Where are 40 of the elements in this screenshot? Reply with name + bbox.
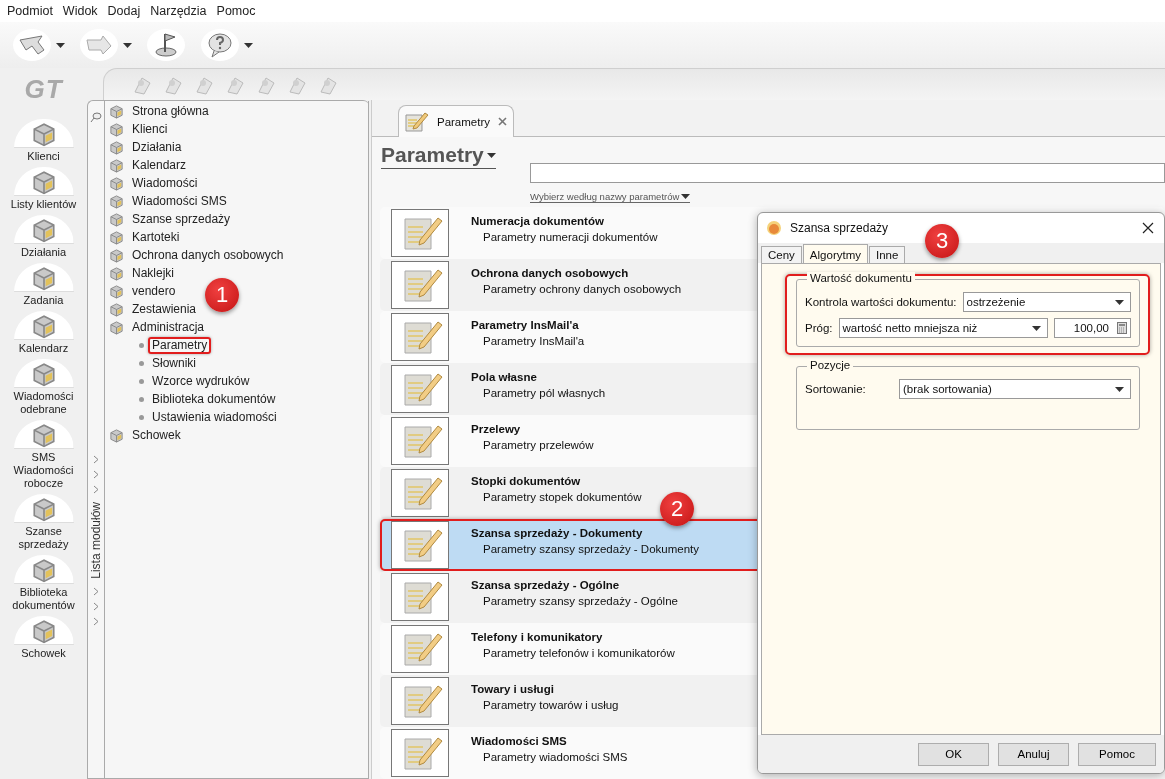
logo: GT: [24, 74, 63, 105]
parameter-description: Parametry numeracji dokumentów: [482, 231, 658, 243]
nav-label: Kalendarz: [18, 341, 69, 355]
parameter-title: Przelewy: [471, 423, 522, 435]
parameter-title: Wiadomości SMS: [471, 735, 568, 747]
parameter-title: Numeracja dokumentów: [471, 215, 605, 227]
parameter-description: Parametry towarów i usług: [482, 699, 619, 711]
field-label: Kontrola wartości dokumentu:: [805, 296, 957, 308]
parameter-description: Parametry szansy sprzedaży - Ogólne: [482, 595, 678, 607]
parameter-description: Parametry pól własnych: [482, 387, 606, 399]
nav-label: Biblioteka dokumentów: [11, 585, 76, 612]
strip-title: Lista modułów: [89, 502, 103, 579]
field-label: Próg:: [805, 322, 833, 334]
group-title: Wartość dokumentu: [807, 272, 915, 284]
parameter-description: Parametry szansy sprzedaży - Dokumenty: [482, 543, 700, 555]
parameter-title: Pola własne: [471, 371, 538, 383]
parameter-description: Parametry wiadomości SMS: [482, 751, 628, 763]
dialog-title: Szansa sprzedaży: [790, 221, 890, 235]
nav-label: Wiadomości odebrane: [12, 389, 75, 416]
group-title: Pozycje: [807, 359, 854, 371]
parameter-description: Parametry stopek dokumentów: [482, 491, 642, 503]
parameter-description: Parametry telefonów i komunikatorów: [482, 647, 675, 659]
parameter-title: Towary i usługi: [471, 683, 555, 695]
parameter-title: Szansa sprzedaży - Ogólne: [471, 579, 621, 591]
parameter-description: Parametry ochrony danych osobowych: [482, 283, 682, 295]
parameter-description: Parametry przelewów: [482, 439, 594, 451]
nav-label: Listy klientów: [10, 197, 77, 211]
parameter-description: Parametry InsMail'a: [482, 335, 585, 347]
nav-label: Działania: [20, 245, 67, 259]
parameter-title: Telefony i komunikatory: [471, 631, 604, 643]
nav-label: SMS Wiadomości robocze: [12, 450, 75, 490]
parameter-title: Ochrona danych osobowych: [471, 267, 630, 279]
parameter-title: Szansa sprzedaży - Dokumenty: [471, 527, 644, 539]
nav-label: Zadania: [23, 293, 64, 307]
parameter-title: Stopki dokumentów: [471, 475, 582, 487]
nav-label: Klienci: [27, 149, 60, 163]
parameter-title: Parametry InsMail'a: [471, 319, 580, 331]
field-label: Sortowanie:: [805, 383, 867, 395]
nav-label: Schowek: [21, 646, 66, 660]
nav-label: Szanse sprzedaży: [17, 524, 70, 551]
